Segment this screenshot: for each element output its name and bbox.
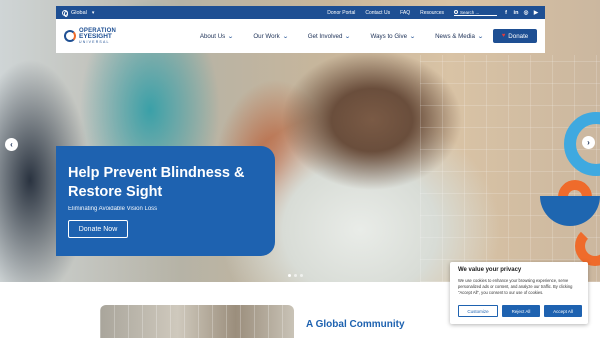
- site-logo[interactable]: OPERATION EYESIGHT UNIVERSAL: [64, 28, 116, 44]
- nav-item-our-work[interactable]: Our Work ⌄: [253, 33, 289, 40]
- region-label: Global: [71, 9, 87, 16]
- carousel-next-button[interactable]: ›: [582, 136, 595, 149]
- logo-wordmark: OPERATION EYESIGHT UNIVERSAL: [79, 28, 117, 44]
- youtube-icon[interactable]: ▶: [533, 10, 539, 16]
- cookie-consent-banner: We value your privacy We use cookies to …: [450, 262, 588, 324]
- chevron-down-icon: ⌄: [409, 33, 416, 40]
- reject-all-button[interactable]: Reject All: [502, 305, 540, 317]
- nav-item-ways-to-give[interactable]: Ways to Give ⌄: [370, 33, 415, 40]
- logo-eye-icon: [64, 30, 76, 42]
- hero-card: Help Prevent Blindness & Restore Sight E…: [56, 146, 275, 256]
- accept-all-button[interactable]: Accept All: [544, 305, 582, 317]
- chevron-down-icon: ▾: [91, 9, 95, 16]
- carousel-dot[interactable]: [294, 274, 297, 277]
- search-input[interactable]: Search ...: [454, 9, 497, 16]
- nav-item-news-media[interactable]: News & Media ⌄: [435, 33, 484, 40]
- instagram-icon[interactable]: ◎: [523, 10, 529, 16]
- cookie-buttons: Customize Reject All Accept All: [458, 305, 582, 317]
- main-navigation: OPERATION EYESIGHT UNIVERSAL About Us ⌄ O…: [56, 19, 545, 53]
- donate-now-button[interactable]: Donate Now: [68, 220, 128, 238]
- community-photo: [100, 305, 294, 338]
- chevron-down-icon: ⌄: [227, 33, 235, 40]
- resources-link[interactable]: Resources: [420, 10, 444, 16]
- nav-item-get-involved[interactable]: Get Involved ⌄: [308, 33, 352, 40]
- search-placeholder: Search ...: [460, 9, 480, 15]
- utility-bar: Global ▾ Donor Portal Contact Us FAQ Res…: [56, 6, 545, 19]
- globe-icon: [62, 9, 68, 17]
- section-title: A Global Community: [306, 319, 405, 330]
- chevron-down-icon: ⌄: [344, 33, 352, 40]
- donor-portal-link[interactable]: Donor Portal: [327, 10, 355, 16]
- chevron-down-icon: ⌄: [281, 33, 289, 40]
- cookie-text: We use cookies to enhance your browsing …: [458, 278, 573, 295]
- hero-tile-wall: [420, 55, 600, 282]
- facebook-icon[interactable]: f: [503, 10, 509, 16]
- social-links: f in ◎ ▶: [503, 10, 539, 16]
- customize-button[interactable]: Customize: [458, 305, 498, 317]
- donate-button[interactable]: ♥ Donate: [493, 29, 537, 43]
- region-selector[interactable]: Global ▾: [62, 9, 95, 17]
- chevron-left-icon: ‹: [10, 140, 13, 149]
- search-icon: [454, 10, 458, 14]
- chevron-down-icon: ⌄: [477, 33, 484, 40]
- contact-us-link[interactable]: Contact Us: [365, 10, 390, 16]
- linkedin-icon[interactable]: in: [513, 10, 519, 16]
- carousel-dot[interactable]: [288, 274, 291, 277]
- heart-icon: ♥: [501, 33, 506, 39]
- cookie-title: We value your privacy: [458, 267, 522, 273]
- hero-title: Help Prevent Blindness & Restore Sight: [68, 165, 245, 200]
- carousel-prev-button[interactable]: ‹: [5, 138, 18, 151]
- utility-links: Donor Portal Contact Us FAQ Resources Se…: [327, 9, 497, 16]
- hero-subtitle: Eliminating Avoidable Vision Loss: [68, 206, 158, 212]
- carousel-dot[interactable]: [300, 274, 303, 277]
- carousel-indicators: [288, 274, 303, 277]
- faq-link[interactable]: FAQ: [400, 10, 410, 16]
- chevron-right-icon: ›: [587, 138, 590, 147]
- nav-menu: About Us ⌄ Our Work ⌄ Get Involved ⌄ Ways t…: [200, 33, 484, 40]
- nav-item-about-us[interactable]: About Us ⌄: [200, 33, 235, 40]
